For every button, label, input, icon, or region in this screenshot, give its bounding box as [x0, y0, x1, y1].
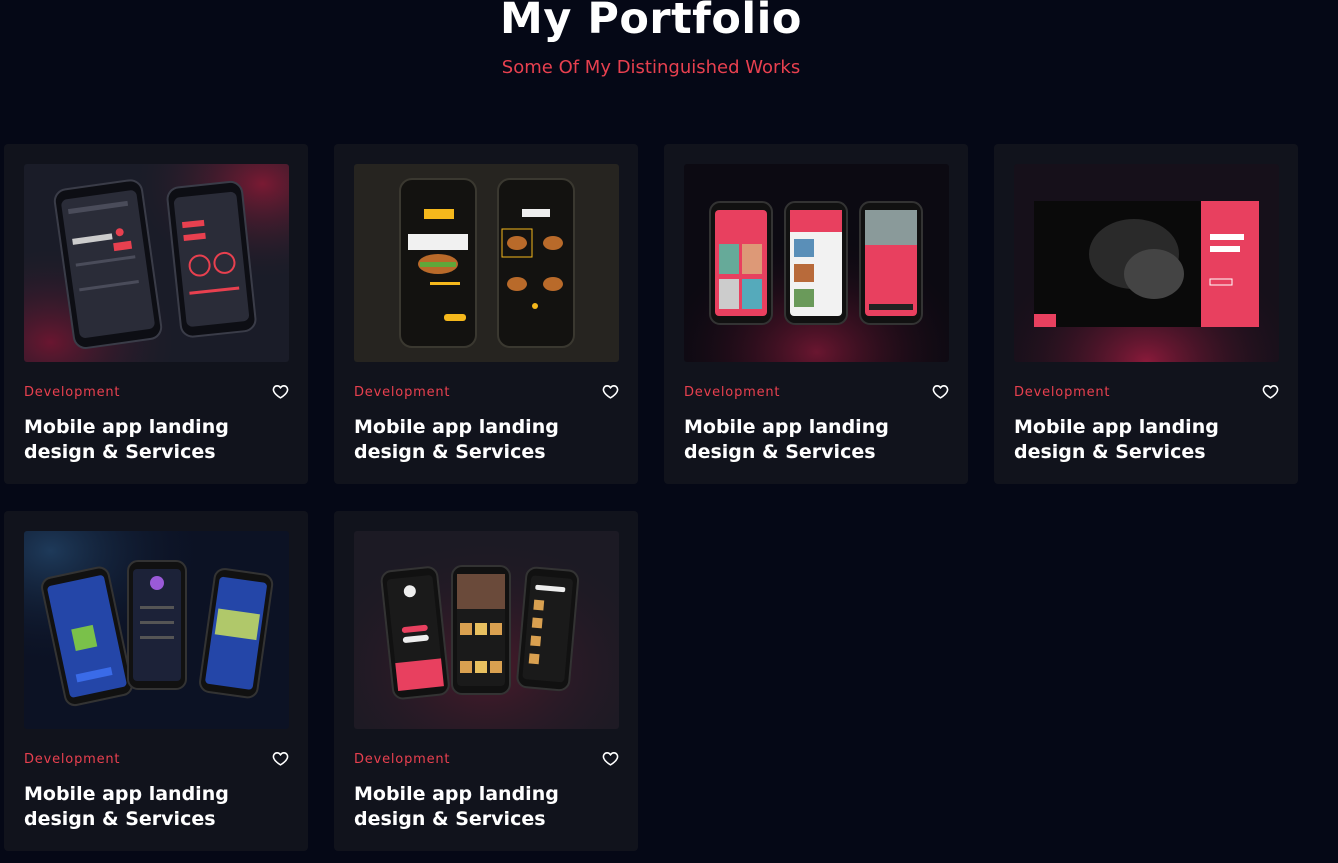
- heart-icon[interactable]: [602, 750, 619, 767]
- card-category: Development: [24, 752, 121, 767]
- portfolio-section: My Portfolio Some Of My Distinguished Wo…: [0, 0, 1338, 863]
- burger-app-image: [354, 164, 619, 362]
- portfolio-card[interactable]: Development Mobile app landing design & …: [4, 144, 308, 484]
- page-subtitle: Some Of My Distinguished Works: [501, 57, 801, 78]
- heart-icon[interactable]: [272, 383, 289, 400]
- card-title[interactable]: Mobile app landing design & Services: [24, 782, 299, 832]
- portfolio-thumbnail[interactable]: [684, 164, 949, 362]
- card-category: Development: [1014, 385, 1111, 400]
- page-title: My Portfolio: [500, 0, 802, 44]
- card-category: Development: [684, 385, 781, 400]
- card-category: Development: [24, 385, 121, 400]
- portfolio-thumbnail[interactable]: [354, 164, 619, 362]
- portfolio-card[interactable]: Development Mobile app landing design & …: [334, 511, 638, 851]
- card-title[interactable]: Mobile app landing design & Services: [354, 415, 629, 465]
- heart-icon[interactable]: [1262, 383, 1279, 400]
- portfolio-card[interactable]: Development Mobile app landing design & …: [334, 144, 638, 484]
- heart-icon[interactable]: [602, 383, 619, 400]
- travel-app-image: [684, 164, 949, 362]
- portfolio-thumbnail[interactable]: [24, 531, 289, 729]
- card-category: Development: [354, 752, 451, 767]
- food-bank-app-image: [354, 531, 619, 729]
- portfolio-card[interactable]: Development Mobile app landing design & …: [4, 511, 308, 851]
- portfolio-thumbnail[interactable]: [354, 531, 619, 729]
- card-title[interactable]: Mobile app landing design & Services: [684, 415, 959, 465]
- heart-icon[interactable]: [932, 383, 949, 400]
- workout-landing-image: [1014, 164, 1279, 362]
- music-player-app-image: [24, 164, 289, 362]
- portfolio-thumbnail[interactable]: [24, 164, 289, 362]
- portfolio-thumbnail[interactable]: [1014, 164, 1279, 362]
- card-category: Development: [354, 385, 451, 400]
- card-title[interactable]: Mobile app landing design & Services: [1014, 415, 1289, 465]
- social-app-image: [24, 531, 289, 729]
- portfolio-card[interactable]: Development Mobile app landing design & …: [664, 144, 968, 484]
- portfolio-card[interactable]: Development Mobile app landing design & …: [994, 144, 1298, 484]
- card-title[interactable]: Mobile app landing design & Services: [354, 782, 629, 832]
- card-title[interactable]: Mobile app landing design & Services: [24, 415, 299, 465]
- heart-icon[interactable]: [272, 750, 289, 767]
